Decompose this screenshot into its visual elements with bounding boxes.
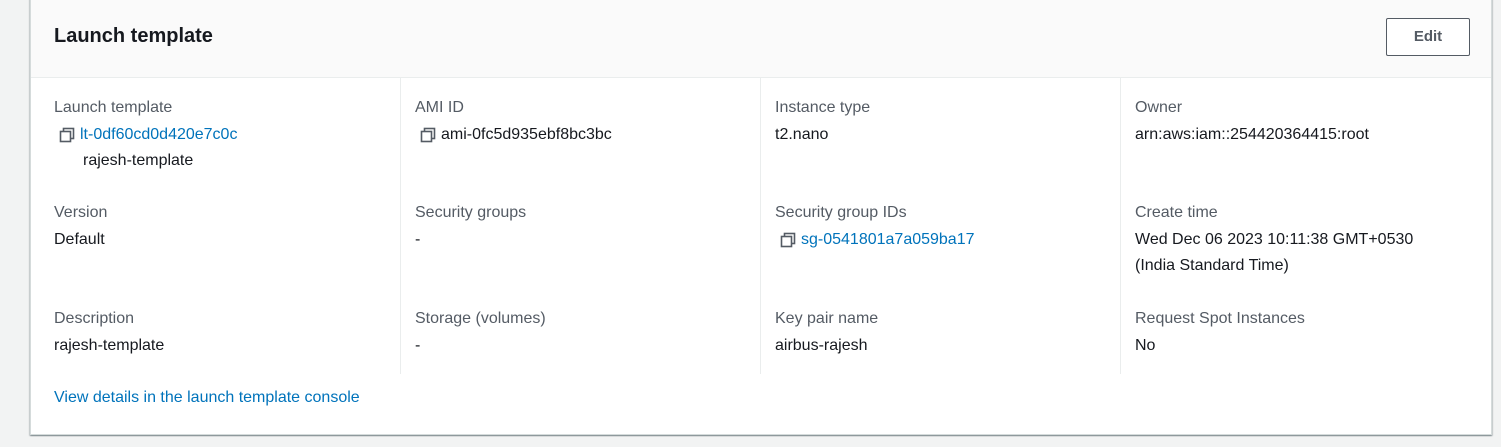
security-groups-label: Security groups	[415, 204, 527, 221]
ami-id-row: ami-0fc5d935ebf8bc3bc	[415, 122, 735, 148]
storage-value: -	[415, 337, 421, 354]
create-time-label: Create time	[1135, 204, 1218, 221]
field-create-time: Create time Wed Dec 06 2023 10:11:38 GMT…	[1135, 202, 1455, 279]
create-time-line-2: (India Standard Time)	[1135, 257, 1289, 274]
field-spot: Request Spot Instances No	[1135, 308, 1455, 359]
description-value: rajesh-template	[54, 337, 165, 354]
security-groups-value: -	[415, 231, 421, 248]
ami-id-value: ami-0fc5d935ebf8bc3bc	[441, 126, 612, 143]
edit-button[interactable]: Edit	[1386, 18, 1470, 56]
panel-header: Launch template Edit	[31, 0, 1491, 78]
field-ami-id: AMI ID ami-0fc5d935ebf8bc3bc	[415, 97, 735, 148]
copy-icon[interactable]	[419, 126, 437, 144]
copy-icon[interactable]	[779, 231, 797, 249]
field-launch-template: Launch template lt-0df60cd0d420e7c0c raj…	[54, 97, 374, 174]
field-description: Description rajesh-template	[54, 308, 374, 359]
view-details-link[interactable]: View details in the launch template cons…	[54, 387, 360, 409]
field-key-pair: Key pair name airbus-rajesh	[775, 308, 1095, 359]
launch-template-panel: Launch template Edit Launch template lt-…	[30, 0, 1492, 435]
field-instance-type: Instance type t2.nano	[775, 97, 1095, 148]
owner-label: Owner	[1135, 99, 1183, 116]
spot-label: Request Spot Instances	[1135, 310, 1305, 327]
key-pair-value: airbus-rajesh	[775, 337, 868, 354]
field-security-group-ids: Security group IDs sg-0541801a7a059ba17	[775, 202, 1095, 253]
launch-template-id-link[interactable]: lt-0df60cd0d420e7c0c	[80, 122, 237, 148]
launch-template-id-row: lt-0df60cd0d420e7c0c	[54, 122, 374, 148]
column-1: Launch template lt-0df60cd0d420e7c0c raj…	[54, 78, 400, 374]
column-4: Owner arn:aws:iam::254420364415:root Cre…	[1120, 78, 1481, 374]
field-version: Version Default	[54, 202, 374, 253]
column-3: Instance type t2.nano Security group IDs…	[760, 78, 1121, 374]
spot-value: No	[1135, 337, 1156, 354]
field-owner: Owner arn:aws:iam::254420364415:root	[1135, 97, 1455, 148]
version-value: Default	[54, 231, 105, 248]
security-group-id-row: sg-0541801a7a059ba17	[775, 227, 1095, 253]
panel-title: Launch template	[54, 25, 213, 47]
field-storage: Storage (volumes) -	[415, 308, 735, 359]
storage-label: Storage (volumes)	[415, 310, 546, 327]
create-time-line-1: Wed Dec 06 2023 10:11:38 GMT+0530	[1135, 231, 1414, 248]
security-group-id-link[interactable]: sg-0541801a7a059ba17	[801, 227, 975, 253]
ami-id-label: AMI ID	[415, 99, 464, 116]
security-group-ids-label: Security group IDs	[775, 204, 907, 221]
key-pair-label: Key pair name	[775, 310, 879, 327]
copy-icon[interactable]	[58, 126, 76, 144]
column-2: AMI ID ami-0fc5d935ebf8bc3bc Security gr…	[400, 78, 761, 374]
launch-template-name: rajesh-template	[83, 152, 194, 169]
instance-type-value: t2.nano	[775, 126, 829, 143]
description-label: Description	[54, 310, 135, 327]
version-label: Version	[54, 204, 108, 221]
owner-value: arn:aws:iam::254420364415:root	[1135, 126, 1369, 143]
instance-type-label: Instance type	[775, 99, 871, 116]
launch-template-label: Launch template	[54, 99, 173, 116]
field-security-groups: Security groups -	[415, 202, 735, 253]
